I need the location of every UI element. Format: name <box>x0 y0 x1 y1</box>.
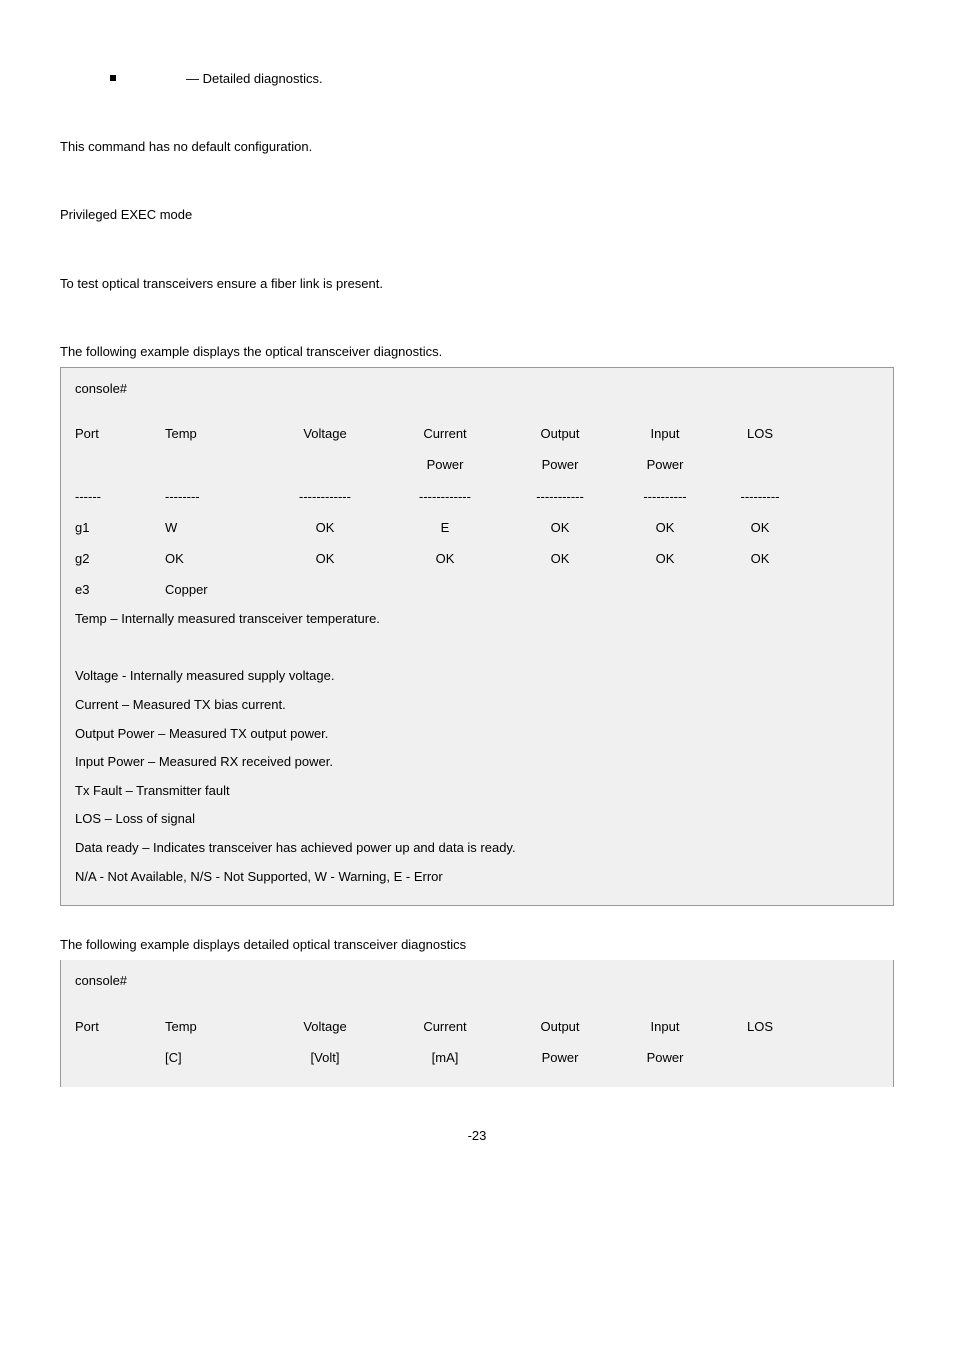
col-header: Voltage <box>265 1011 385 1042</box>
col-header: Temp <box>165 418 265 449</box>
col-header: Input <box>615 418 715 449</box>
col-subheader: [mA] <box>385 1042 505 1073</box>
col-header: LOS <box>715 1011 805 1042</box>
bullet-icon <box>110 75 116 81</box>
cell: OK <box>615 543 715 574</box>
dashes: ---------- <box>615 481 715 512</box>
note-line: Tx Fault – Transmitter fault <box>75 777 879 806</box>
col-header: Output <box>505 418 615 449</box>
dashes: ------------ <box>385 481 505 512</box>
console-output-box-1: console# Port Temp Voltage Current Outpu… <box>60 367 894 906</box>
col-subheader: Power <box>505 1042 615 1073</box>
col-header: LOS <box>715 418 805 449</box>
col-subheader: Power <box>385 449 505 480</box>
cell: OK <box>715 512 805 543</box>
console-output-box-2: console# Port Temp Voltage Current Outpu… <box>60 960 894 1087</box>
note-line: Voltage - Internally measured supply vol… <box>75 662 879 691</box>
col-header: Port <box>75 1011 165 1042</box>
cell: OK <box>265 512 385 543</box>
note-line: N/A - Not Available, N/S - Not Supported… <box>75 863 879 892</box>
col-header: Current <box>385 418 505 449</box>
table-header-row-2: Power Power Power <box>75 449 879 480</box>
col-subheader: Power <box>505 449 615 480</box>
cell: e3 <box>75 574 165 605</box>
cell: OK <box>165 543 265 574</box>
table-divider-row: ------ -------- ------------ -----------… <box>75 481 879 512</box>
body-paragraph: To test optical transceivers ensure a fi… <box>60 275 894 293</box>
cell: OK <box>265 543 385 574</box>
cell: E <box>385 512 505 543</box>
note-line: Data ready – Indicates transceiver has a… <box>75 834 879 863</box>
col-subheader: [C] <box>165 1042 265 1073</box>
note-line <box>75 634 879 663</box>
cell: g2 <box>75 543 165 574</box>
cell: OK <box>505 512 615 543</box>
example-caption: The following example displays the optic… <box>60 343 894 361</box>
bullet-text: — Detailed diagnostics. <box>186 70 323 88</box>
body-paragraph: This command has no default configuratio… <box>60 138 894 156</box>
dashes: ----------- <box>505 481 615 512</box>
col-header: Input <box>615 1011 715 1042</box>
console-prompt: console# <box>75 972 879 990</box>
table-row: g2 OK OK OK OK OK OK <box>75 543 879 574</box>
dashes: --------- <box>715 481 805 512</box>
table-header-row: Port Temp Voltage Current Output Input L… <box>75 1011 879 1042</box>
col-header: Temp <box>165 1011 265 1042</box>
col-header: Output <box>505 1011 615 1042</box>
dashes: ------ <box>75 481 165 512</box>
col-header: Current <box>385 1011 505 1042</box>
table-header-row-2: [C] [Volt] [mA] Power Power <box>75 1042 879 1073</box>
console-prompt: console# <box>75 380 879 398</box>
col-subheader: [Volt] <box>265 1042 385 1073</box>
cell: W <box>165 512 265 543</box>
bullet-item: — Detailed diagnostics. <box>110 70 894 88</box>
cell: OK <box>715 543 805 574</box>
cell: Copper <box>165 574 265 605</box>
body-paragraph: Privileged EXEC mode <box>60 206 894 224</box>
cell: g1 <box>75 512 165 543</box>
note-line: Temp – Internally measured transceiver t… <box>75 605 879 634</box>
page-number: -23 <box>60 1127 894 1145</box>
cell: OK <box>615 512 715 543</box>
cell: OK <box>385 543 505 574</box>
note-line: Current – Measured TX bias current. <box>75 691 879 720</box>
note-line: Input Power – Measured RX received power… <box>75 748 879 777</box>
table-row: g1 W OK E OK OK OK <box>75 512 879 543</box>
col-header: Voltage <box>265 418 385 449</box>
note-line: LOS – Loss of signal <box>75 805 879 834</box>
table-row: e3 Copper <box>75 574 879 605</box>
col-header: Port <box>75 418 165 449</box>
example-caption: The following example displays detailed … <box>60 936 894 954</box>
cell: OK <box>505 543 615 574</box>
col-subheader: Power <box>615 449 715 480</box>
col-subheader: Power <box>615 1042 715 1073</box>
dashes: ------------ <box>265 481 385 512</box>
note-line: Output Power – Measured TX output power. <box>75 720 879 749</box>
table-header-row: Port Temp Voltage Current Output Input L… <box>75 418 879 449</box>
dashes: -------- <box>165 481 265 512</box>
